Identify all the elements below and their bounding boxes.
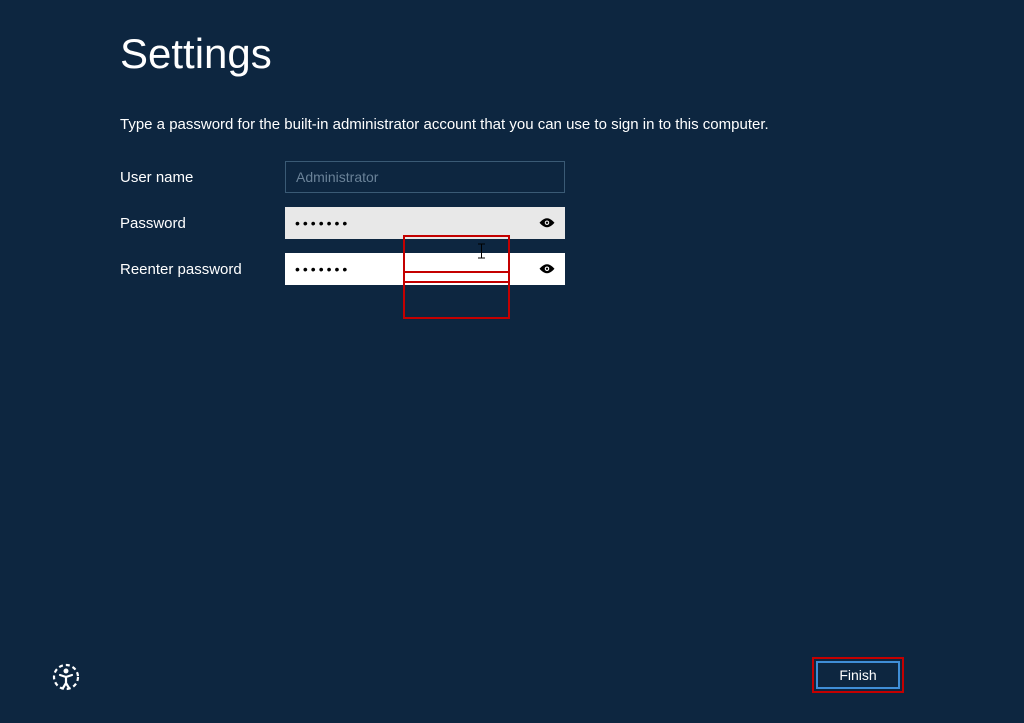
username-label: User name — [120, 169, 285, 186]
password-input[interactable] — [285, 207, 529, 239]
annotation-box — [403, 281, 510, 319]
finish-button-wrap: Finish — [812, 657, 904, 693]
reenter-label: Reenter password — [120, 261, 285, 278]
reveal-password-button[interactable] — [529, 207, 565, 239]
settings-panel: Settings Type a password for the built-i… — [120, 30, 900, 299]
ease-of-access-icon — [50, 661, 82, 693]
page-title: Settings — [120, 30, 900, 78]
password-field-wrap — [285, 207, 565, 239]
finish-button[interactable]: Finish — [816, 661, 900, 689]
reenter-field-wrap — [285, 253, 565, 285]
eye-icon — [538, 261, 556, 278]
reenter-password-input[interactable] — [285, 253, 529, 285]
annotation-box: Finish — [812, 657, 904, 693]
instruction-text: Type a password for the built-in adminis… — [120, 116, 900, 133]
annotation-box — [508, 273, 510, 283]
ease-of-access-button[interactable] — [50, 661, 82, 693]
password-label: Password — [120, 215, 285, 232]
username-row: User name — [120, 161, 900, 193]
eye-icon — [538, 215, 556, 232]
username-input — [285, 161, 565, 193]
reveal-reenter-button[interactable] — [529, 253, 565, 285]
reenter-row: Reenter password — [120, 253, 900, 285]
username-field-wrap — [285, 161, 565, 193]
password-row: Password — [120, 207, 900, 239]
annotation-box — [403, 273, 405, 283]
